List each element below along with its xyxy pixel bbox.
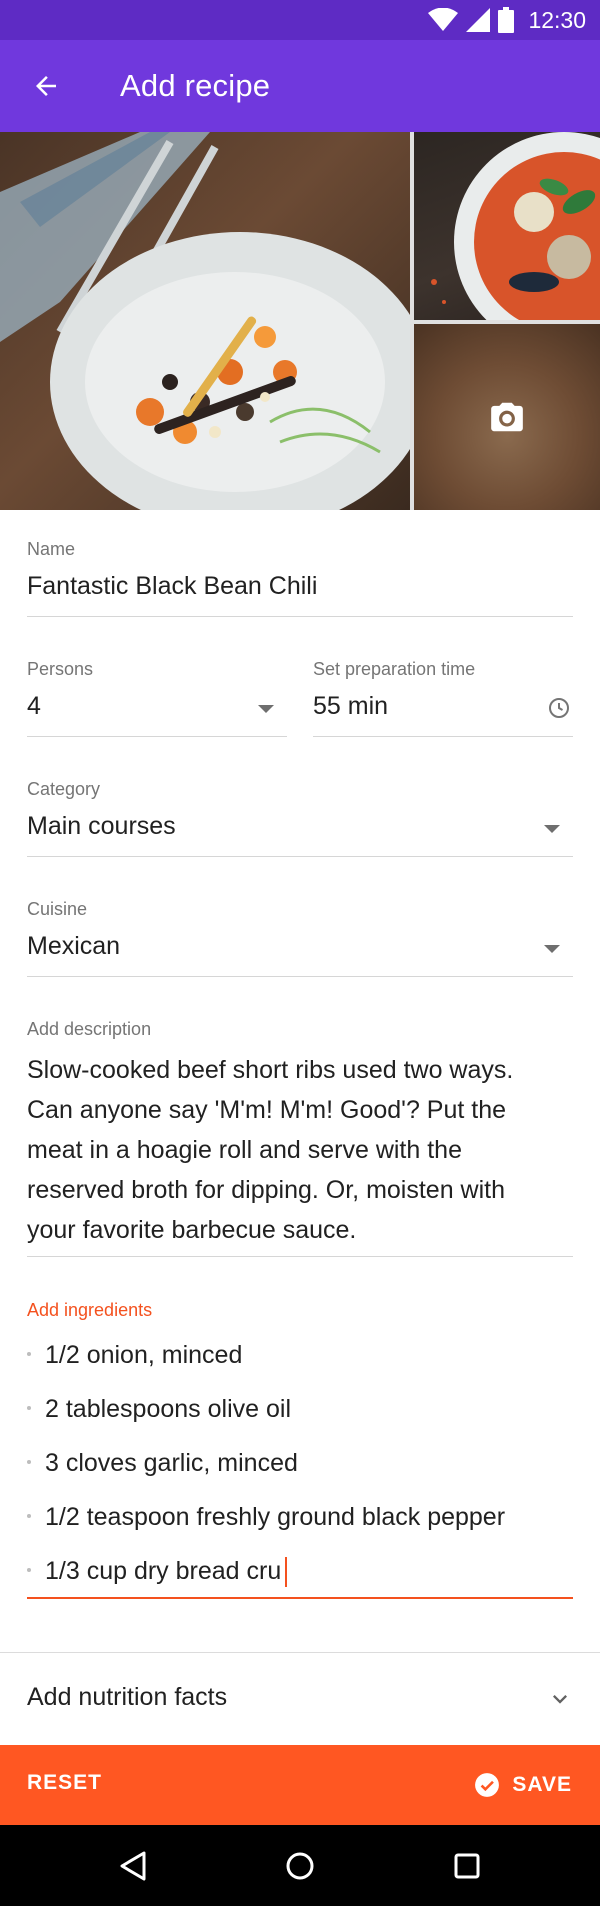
ingredient-item[interactable]: 1/2 onion, minced [27,1335,242,1375]
bullet-dot [27,1406,31,1411]
ingredient-input-underline [27,1597,573,1599]
photo-gallery [0,132,600,510]
bullet-dot [27,1460,31,1465]
bullet-dot [27,1352,31,1357]
nav-back-button[interactable] [112,1845,154,1887]
action-bar: RESET SAVE [0,1745,600,1825]
nav-recents-icon [454,1853,480,1879]
back-button[interactable] [22,62,70,110]
clock-icon [549,698,569,718]
category-label: Category [27,779,101,799]
nav-recents-button[interactable] [446,1845,488,1887]
description-input[interactable]: Slow-cooked beef short ribs used two way… [27,1050,577,1250]
status-time: 12:30 [528,6,586,33]
name-underline [27,616,573,617]
ingredient-item[interactable]: 2 tablespoons olive oil [27,1389,291,1429]
system-nav-bar [0,1825,600,1906]
ingredient-input[interactable]: 1/3 cup dry bread cru [27,1551,288,1591]
page-title: Add recipe [120,68,271,103]
ingredients-label: Add ingredients [27,1300,153,1320]
prep-time-field[interactable]: 55 min [313,685,573,735]
description-underline [27,1256,573,1257]
prep-time-label: Set preparation time [313,659,476,679]
persons-value: 4 [27,692,41,720]
description-line: your favorite barbecue sauce. [27,1216,357,1244]
nav-home-button[interactable] [279,1845,321,1887]
name-input[interactable]: Fantastic Black Bean Chili [27,572,317,601]
nav-back-icon [120,1851,146,1881]
cuisine-dropdown[interactable]: Mexican [27,925,573,975]
soup-photo[interactable] [414,132,600,320]
soup-image [431,132,600,320]
main-dish-image [0,132,410,510]
check-circle-icon [475,1773,500,1797]
prep-time-value: 55 min [313,692,389,720]
cuisine-underline [27,976,573,977]
dropdown-arrow-icon [258,705,274,713]
ingredient-item[interactable]: 3 cloves garlic, minced [27,1443,298,1483]
description-line: Can anyone say 'M'm! M'm! Good'? Put the [27,1096,507,1124]
cuisine-label: Cuisine [27,899,88,919]
cuisine-value: Mexican [27,932,121,960]
status-icons: 12:30 [428,7,586,33]
ingredient-item[interactable]: 1/2 teaspoon freshly ground black pepper [27,1497,505,1537]
persons-underline [27,736,287,737]
prep-time-underline [313,736,573,737]
category-underline [27,856,573,857]
arrow-back-icon [36,76,56,96]
camera-icon [491,402,523,432]
nav-home-icon [286,1852,314,1880]
description-label: Add description [27,1019,152,1039]
description-line: meat in a hoagie roll and serve with the [27,1136,462,1164]
status-bar: 12:30 [0,0,600,40]
text-cursor [285,1557,288,1588]
add-photo-tile[interactable] [414,324,600,510]
category-value: Main courses [27,812,176,840]
ingredient-text: 1/2 teaspoon freshly ground black pepper [45,1503,506,1531]
reset-button[interactable]: RESET [27,1771,102,1795]
category-dropdown[interactable]: Main courses [27,805,573,855]
ingredient-text: 3 cloves garlic, minced [45,1449,298,1477]
dropdown-arrow-icon [544,945,560,953]
save-label: SAVE [512,1773,572,1796]
battery-icon [498,7,515,33]
name-label: Name [27,539,76,559]
ingredient-text: 2 tablespoons olive oil [45,1395,291,1423]
persons-dropdown[interactable]: 4 [27,685,287,735]
nutrition-facts-label: Add nutrition facts [27,1683,228,1711]
save-button[interactable]: SAVE [474,1765,572,1805]
persons-label: Persons [27,659,94,679]
nutrition-facts-row[interactable]: Add nutrition facts [0,1653,600,1745]
description-line: reserved broth for dipping. Or, moisten … [27,1176,506,1204]
cellular-icon [466,8,491,32]
bullet-dot [27,1568,31,1573]
main-dish-photo[interactable] [0,132,410,510]
dropdown-arrow-icon [544,825,560,833]
ingredient-text: 1/2 onion, minced [45,1341,243,1369]
wifi-icon [428,8,459,31]
chevron-down-icon [553,1695,567,1704]
bullet-dot [27,1514,31,1519]
description-line: Slow-cooked beef short ribs used two way… [27,1056,514,1084]
ingredient-input-text: 1/3 cup dry bread cru [45,1557,282,1585]
app-bar: Add recipe [0,40,600,132]
